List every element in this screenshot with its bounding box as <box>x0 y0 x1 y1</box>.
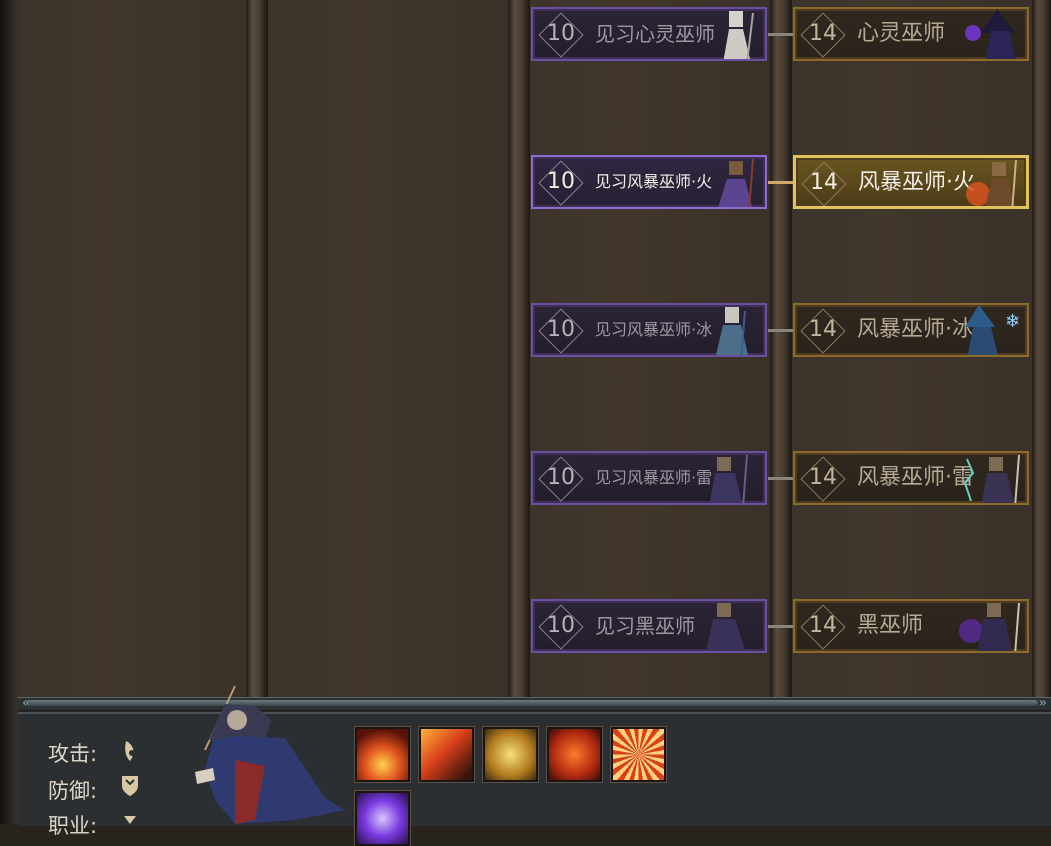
wizard-portrait-icon: ❄ <box>965 305 1020 355</box>
attack-type-icon <box>125 741 135 761</box>
tree-connector <box>768 477 794 480</box>
wizard-portrait-icon <box>718 158 754 207</box>
tree-divider <box>770 0 792 700</box>
class-level: 14 <box>809 21 837 46</box>
class-node-storm-ice[interactable]: 14 风暴巫师·冰 ❄ <box>793 303 1029 357</box>
tree-connector <box>768 33 794 36</box>
class-name: 见习黑巫师 <box>595 614 695 638</box>
horizontal-scrollbar[interactable]: « » <box>18 696 1051 711</box>
attack-label: 攻击: <box>48 742 98 766</box>
defense-label: 防御: <box>48 779 98 803</box>
class-level: 10 <box>547 21 575 46</box>
tree-column-2 <box>268 0 508 700</box>
class-node-mind-wizard[interactable]: 14 心灵巫师 <box>793 7 1029 61</box>
class-tree-area: 10 见习心灵巫师 14 心灵巫师 10 见习风暴巫师·火 14 风暴巫师·火 … <box>0 0 1051 700</box>
class-node-apprentice-storm-ice[interactable]: 10 见习风暴巫师·冰 <box>531 303 767 357</box>
tree-connector <box>768 625 794 628</box>
wizard-portrait-icon <box>715 307 749 355</box>
character-info-panel: 攻击: 防御: 职业: <box>18 712 1051 846</box>
wizard-portrait-icon <box>965 9 1016 59</box>
defense-type-icon <box>122 776 138 796</box>
class-node-storm-fire[interactable]: 14 风暴巫师·火 <box>793 155 1029 209</box>
class-node-apprentice-mind-wizard[interactable]: 10 见习心灵巫师 <box>531 7 767 61</box>
scroll-right-icon[interactable]: » <box>1038 696 1047 710</box>
window-left-edge <box>0 0 18 824</box>
class-name: 黑巫师 <box>857 613 924 638</box>
character-portrait <box>195 685 345 824</box>
tree-divider <box>1032 0 1051 700</box>
class-node-apprentice-storm-fire[interactable]: 10 见习风暴巫师·火 <box>531 155 767 209</box>
class-level: 14 <box>809 465 837 490</box>
heal-figure-icon[interactable] <box>483 727 538 782</box>
class-level: 14 <box>810 170 838 195</box>
job-label: 职业: <box>48 814 98 838</box>
class-level: 10 <box>547 613 575 638</box>
class-level: 14 <box>809 613 837 638</box>
tree-divider <box>246 0 268 700</box>
class-level: 10 <box>547 317 575 342</box>
tree-connector <box>768 329 794 332</box>
tree-column-1 <box>20 0 246 700</box>
fire-meteor-icon[interactable] <box>419 727 474 782</box>
fire-mystery-icon[interactable] <box>547 727 602 782</box>
wizard-portrait-icon <box>709 454 748 503</box>
class-level: 14 <box>809 317 837 342</box>
class-node-storm-thunder[interactable]: 14 风暴巫师·雷 <box>793 451 1029 505</box>
wizard-portrait-icon <box>966 159 1017 206</box>
tree-divider <box>508 0 530 700</box>
wizard-portrait-icon <box>705 603 746 651</box>
wizard-portrait-icon <box>723 11 754 59</box>
class-node-black-wizard[interactable]: 14 黑巫师 <box>793 599 1029 653</box>
class-node-apprentice-storm-thunder[interactable]: 10 见习风暴巫师·雷 <box>531 451 767 505</box>
tree-connector <box>768 181 794 184</box>
class-level: 10 <box>547 169 575 194</box>
svg-text:❄: ❄ <box>1005 311 1020 332</box>
class-name: 心灵巫师 <box>857 21 946 46</box>
class-level: 10 <box>547 465 575 490</box>
class-node-apprentice-black-wizard[interactable]: 10 见习黑巫师 <box>531 599 767 653</box>
job-type-icon <box>124 816 136 824</box>
wizard-portrait-icon <box>959 602 1020 651</box>
fire-ring-icon[interactable] <box>611 727 666 782</box>
wizard-portrait-icon <box>963 454 1020 503</box>
